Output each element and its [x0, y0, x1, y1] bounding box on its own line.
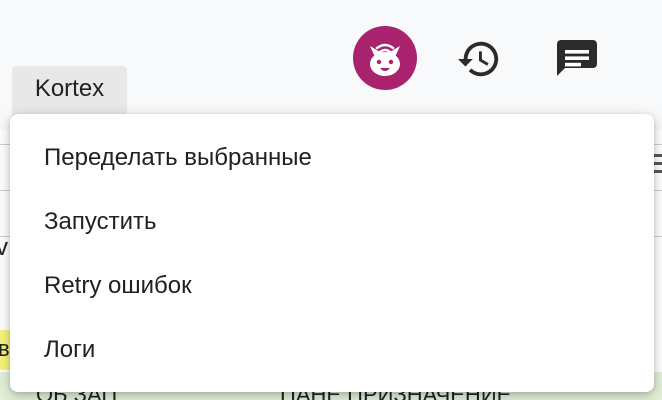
kortex-menu-button[interactable]: Kortex [12, 66, 127, 116]
menu-item-redo-selected[interactable]: Переделать выбранные [10, 126, 654, 190]
kortex-dropdown-menu: Переделать выбранные Запустить Retry оши… [10, 114, 654, 392]
table-cell-fragment: v [0, 234, 8, 261]
menu-item-logs[interactable]: Логи [10, 318, 654, 382]
app-window: v в ОБ ЗАП ПАНЕ ПРИЗНАЧЕНИЕ [0, 0, 662, 400]
menu-item-run[interactable]: Запустить [10, 190, 654, 254]
table-cell-fragment: в [0, 336, 10, 361]
history-icon[interactable] [456, 36, 502, 82]
avatar[interactable] [353, 26, 417, 90]
menu-item-retry-errors[interactable]: Retry ошибок [10, 254, 654, 318]
cat-face-icon [370, 43, 400, 76]
chat-icon[interactable] [553, 36, 601, 82]
